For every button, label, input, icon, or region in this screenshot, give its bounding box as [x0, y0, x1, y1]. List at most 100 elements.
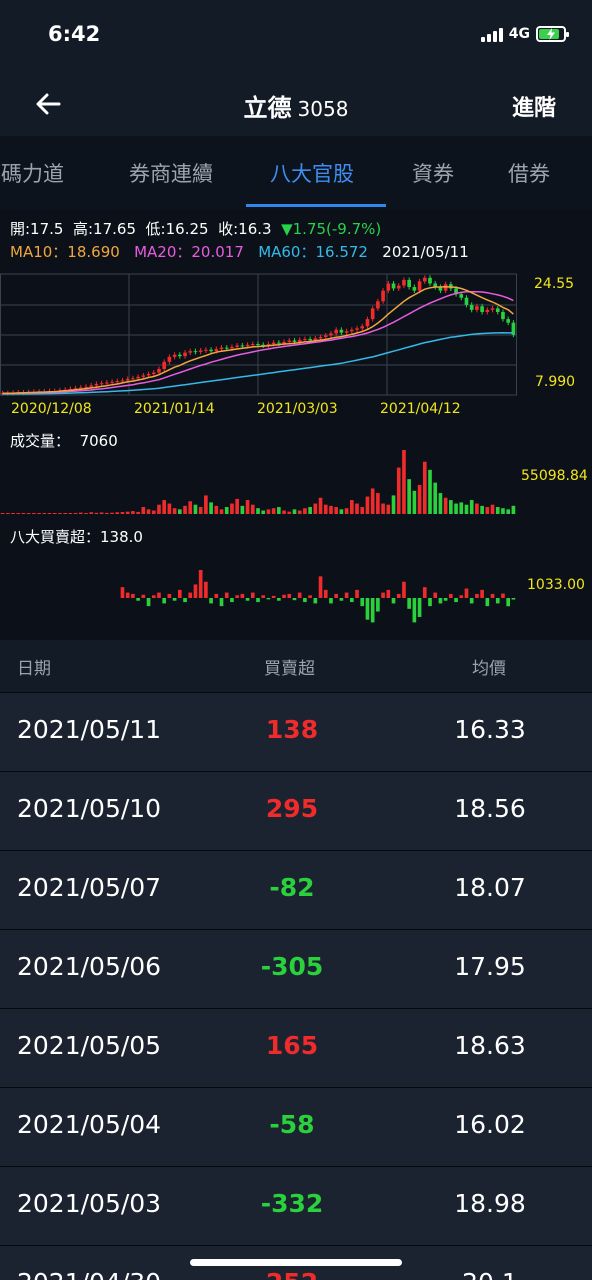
volume-bar	[120, 512, 125, 514]
candle-body	[469, 304, 474, 310]
cell-avg: 17.95	[454, 952, 526, 981]
inst-bar	[396, 593, 401, 598]
tab-eight-banks[interactable]: 八大官股	[270, 158, 354, 188]
x-tick-label: 2020/12/08	[11, 401, 92, 417]
candle-body	[214, 349, 219, 352]
candle-body	[188, 351, 193, 353]
volume-bar	[485, 507, 490, 514]
volume-bar	[506, 509, 511, 514]
inst-bar	[287, 593, 292, 598]
volume-bar	[78, 512, 83, 514]
inst-bar	[224, 592, 229, 598]
volume-bar	[443, 497, 448, 514]
cell-date: 2021/05/11	[17, 715, 162, 744]
candle-body	[256, 344, 260, 346]
volume-bar	[370, 488, 375, 514]
status-time: 6:42	[48, 22, 101, 46]
inst-bar	[454, 598, 458, 603]
candle-body	[318, 336, 323, 339]
tab-chip-strength[interactable]: 籌碼力道	[0, 158, 64, 188]
volume-bar	[428, 469, 432, 514]
candle-body	[94, 383, 99, 386]
candle-body	[240, 345, 245, 347]
volume-bar	[303, 508, 307, 514]
cell-net: 138	[265, 715, 319, 744]
cell-net: -58	[269, 1110, 315, 1139]
volume-bar	[329, 505, 333, 514]
volume-bar	[277, 507, 281, 514]
volume-bar	[250, 504, 255, 514]
inst-bar	[391, 598, 396, 604]
inst-bar	[245, 598, 250, 601]
candle-body	[412, 287, 417, 291]
ma10-value: MA10：18.690	[10, 243, 120, 261]
inst-bar	[360, 598, 365, 607]
inst-bar	[511, 598, 516, 600]
candle-body	[365, 319, 370, 327]
low-value: 低:16.25	[145, 220, 209, 238]
stock-chart[interactable]	[0, 210, 592, 640]
candle-body	[495, 308, 500, 312]
cell-date: 2021/05/06	[17, 952, 162, 981]
column-header-date: 日期	[17, 659, 51, 679]
inst-bar	[428, 598, 432, 607]
ma20-value: MA20：20.017	[134, 243, 244, 261]
candle-body	[485, 309, 490, 312]
candle-body	[277, 342, 281, 344]
table-row[interactable]: 2021/05/05 165 18.63	[0, 1008, 592, 1087]
tab-broker-consecutive[interactable]: 券商連續	[129, 158, 213, 188]
candle-body	[230, 346, 234, 349]
candle-body	[407, 279, 411, 288]
inst-bar	[381, 592, 385, 598]
inst-bar	[162, 598, 167, 604]
table-row[interactable]: 2021/05/11 138 16.33	[0, 692, 592, 771]
tab-margin[interactable]: 資券	[412, 158, 454, 188]
candle-body	[355, 328, 359, 330]
cell-avg: 18.07	[454, 873, 526, 902]
inst-bar	[449, 593, 453, 598]
table-row[interactable]: 2021/05/03 -332 18.98	[0, 1166, 592, 1245]
inst-bar	[339, 598, 344, 601]
volume-bar	[438, 493, 443, 514]
volume-bar	[297, 510, 302, 514]
volume-bar	[245, 500, 250, 514]
column-header-avg: 均價	[472, 659, 506, 679]
inst-bar	[141, 594, 146, 598]
volume-bar	[449, 500, 453, 514]
cell-net: 295	[265, 794, 319, 823]
volume-bar	[313, 503, 318, 514]
volume-bar	[355, 503, 359, 514]
chart-panel[interactable]: 開:17.5 高:17.65 低:16.25 收:16.3 ▼1.75(-9.7…	[0, 210, 592, 640]
table-row[interactable]: 2021/05/10 295 18.56	[0, 771, 592, 850]
volume-bar	[376, 493, 380, 514]
candle-body	[459, 294, 464, 298]
home-indicator[interactable]	[190, 1259, 402, 1266]
candle-body	[422, 277, 427, 282]
inst-bar	[146, 598, 151, 607]
candle-body	[105, 382, 109, 384]
inst-bar	[157, 592, 161, 598]
table-row[interactable]: 2021/05/07 -82 18.07	[0, 850, 592, 929]
volume-bar	[235, 498, 239, 514]
network-type: 4G	[508, 26, 530, 42]
stock-name: 立德	[243, 94, 292, 122]
price-axis-min: 7.990	[535, 374, 576, 390]
inst-bar	[438, 598, 443, 604]
volume-bar	[219, 509, 224, 514]
candle-body	[245, 344, 250, 347]
candle-body	[334, 329, 339, 334]
table-row[interactable]: 2021/05/06 -305 17.95	[0, 929, 592, 1008]
signal-icon	[480, 26, 503, 42]
tab-securities-lending[interactable]: 借券	[508, 158, 550, 188]
candle-body	[386, 283, 391, 291]
table-row[interactable]: 2021/05/04 -58 16.02	[0, 1087, 592, 1166]
volume-bar	[105, 512, 109, 514]
ma-date: 2021/05/11	[382, 243, 469, 261]
candle-body	[501, 311, 505, 320]
candle-body	[250, 344, 255, 346]
candle-body	[303, 339, 307, 341]
volume-bar	[365, 496, 370, 514]
candle-body	[162, 361, 167, 369]
advanced-button[interactable]: 進階	[512, 90, 556, 122]
volume-bar	[89, 512, 94, 514]
